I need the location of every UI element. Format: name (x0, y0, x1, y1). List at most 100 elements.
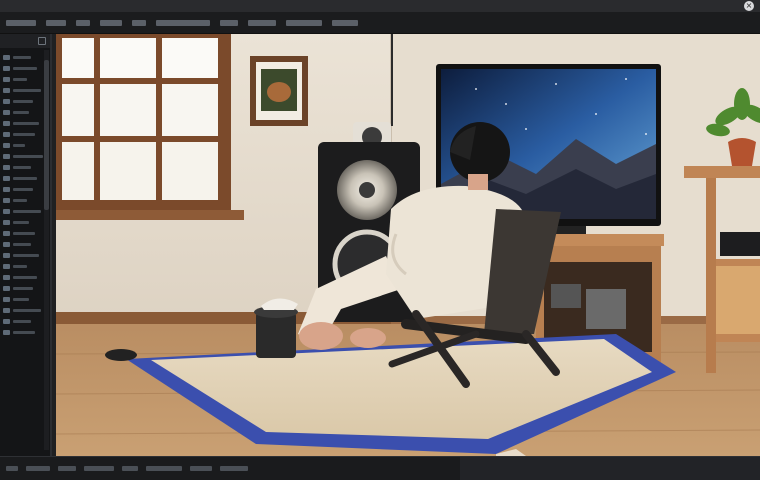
status-item (58, 466, 76, 471)
row-label (13, 265, 27, 268)
layers-panel (0, 34, 52, 460)
panel-row[interactable] (3, 217, 47, 228)
row-icon (3, 77, 10, 82)
panel-row[interactable] (3, 63, 47, 74)
row-icon (3, 220, 10, 225)
row-label (13, 210, 41, 213)
row-icon (3, 132, 10, 137)
panel-row[interactable] (3, 283, 47, 294)
canvas-viewport[interactable] (56, 34, 760, 456)
panel-row[interactable] (3, 118, 47, 129)
row-icon (3, 330, 10, 335)
row-label (13, 78, 27, 81)
row-icon (3, 198, 10, 203)
row-label (13, 188, 33, 191)
panel-row[interactable] (3, 162, 47, 173)
row-icon (3, 319, 10, 324)
row-label (13, 177, 37, 180)
row-icon (3, 275, 10, 280)
row-icon (3, 308, 10, 313)
row-label (13, 89, 41, 92)
menu-item[interactable] (76, 19, 90, 26)
row-icon (3, 286, 10, 291)
panel-row[interactable] (3, 52, 47, 63)
status-item (6, 466, 18, 471)
row-icon (3, 209, 10, 214)
panel-row[interactable] (3, 228, 47, 239)
status-bar (0, 456, 760, 480)
row-icon (3, 143, 10, 148)
row-label (13, 287, 33, 290)
row-icon (3, 297, 10, 302)
menu-bar (0, 12, 760, 34)
floor-mouse (105, 349, 137, 361)
panel-row[interactable] (3, 96, 47, 107)
panel-scrollbar[interactable] (44, 50, 49, 450)
menu-item[interactable] (100, 19, 122, 26)
close-icon[interactable]: × (744, 1, 754, 11)
row-label (13, 276, 37, 279)
row-icon (3, 121, 10, 126)
status-right-area (460, 457, 760, 480)
row-label (13, 166, 31, 169)
menu-item[interactable] (132, 19, 146, 26)
panel-row[interactable] (3, 107, 47, 118)
panel-row[interactable] (3, 195, 47, 206)
menu-item[interactable] (6, 19, 36, 26)
row-icon (3, 264, 10, 269)
row-label (13, 298, 29, 301)
row-label (13, 67, 37, 70)
row-label (13, 243, 31, 246)
row-label (13, 320, 31, 323)
panel-row[interactable] (3, 85, 47, 96)
row-icon (3, 66, 10, 71)
panel-row[interactable] (3, 206, 47, 217)
row-icon (3, 110, 10, 115)
panel-row[interactable] (3, 74, 47, 85)
row-label (13, 111, 29, 114)
menu-item[interactable] (220, 19, 238, 26)
row-label (13, 122, 39, 125)
menu-item[interactable] (286, 19, 322, 26)
panel-row[interactable] (3, 129, 47, 140)
panel-row[interactable] (3, 305, 47, 316)
panel-row[interactable] (3, 261, 47, 272)
menu-item[interactable] (332, 19, 358, 26)
panel-scroll-thumb[interactable] (44, 60, 49, 210)
row-label (13, 100, 33, 103)
row-icon (3, 176, 10, 181)
panel-row[interactable] (3, 294, 47, 305)
panel-row[interactable] (3, 327, 47, 338)
panel-header (0, 34, 50, 48)
room-photo (56, 34, 760, 456)
panel-toggle-icon[interactable] (38, 37, 46, 45)
menu-item[interactable] (156, 19, 210, 26)
menu-item[interactable] (46, 19, 66, 26)
panel-row[interactable] (3, 250, 47, 261)
row-icon (3, 242, 10, 247)
panel-row[interactable] (3, 272, 47, 283)
row-icon (3, 165, 10, 170)
panel-row[interactable] (3, 151, 47, 162)
status-item (220, 466, 248, 471)
panel-row[interactable] (3, 173, 47, 184)
panel-row[interactable] (3, 316, 47, 327)
row-label (13, 133, 35, 136)
panel-row[interactable] (3, 184, 47, 195)
row-label (13, 155, 43, 158)
row-label (13, 254, 39, 257)
row-icon (3, 88, 10, 93)
panel-row[interactable] (3, 239, 47, 250)
row-label (13, 221, 29, 224)
status-item (84, 466, 114, 471)
menu-item[interactable] (248, 19, 276, 26)
row-label (13, 309, 41, 312)
row-label (13, 56, 31, 59)
row-icon (3, 253, 10, 258)
panel-row[interactable] (3, 140, 47, 151)
status-item (26, 466, 50, 471)
window (56, 34, 244, 220)
row-icon (3, 55, 10, 60)
status-item (190, 466, 212, 471)
status-item (122, 466, 138, 471)
